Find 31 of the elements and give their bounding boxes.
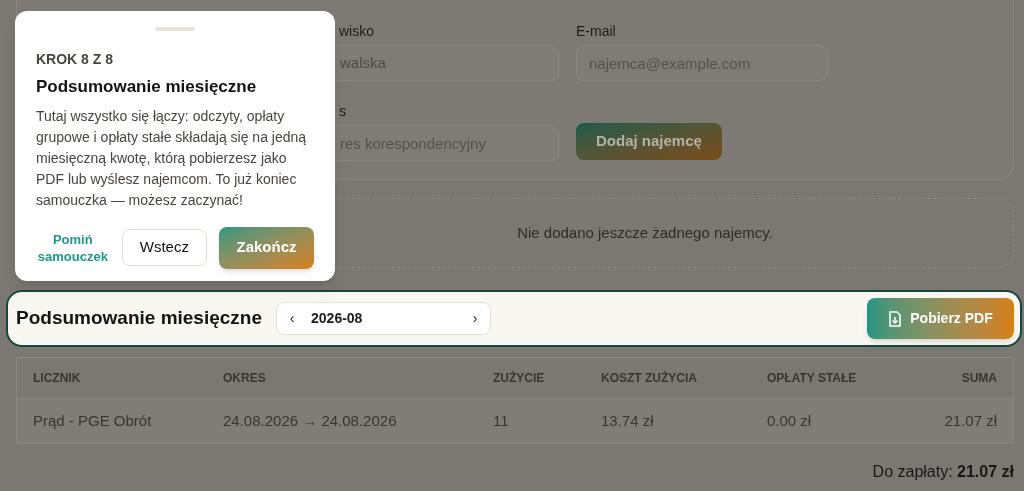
field-label: E-mail: [576, 22, 617, 41]
total-due: Do zapłaty: 21.07 zł: [872, 463, 1014, 480]
finish-button[interactable]: Zakończ: [219, 226, 314, 269]
table-cell-text: 21.07 zł: [943, 410, 997, 431]
summary-title: Podsumowanie miesięczne: [16, 306, 263, 331]
file-download-icon: [888, 310, 903, 327]
field-label: s: [338, 102, 347, 121]
column-header: OKRES: [223, 370, 267, 387]
table-cell-text: 0.00 zł: [767, 410, 813, 431]
tour-description: Tutaj wszystko się łączy: odczyty, opłaty grupowe i opłaty stałe składają się na jedną miesięczną kwotę, którą pobierzesz jako PDF lub wyślesz najemcom. To już koniec samouczka — możesz zaczynać!: [36, 106, 308, 210]
drag-handle: [155, 27, 195, 31]
add-tenant-button[interactable]: Dodaj najemcę: [576, 123, 722, 160]
column-header: SUMA: [960, 370, 997, 387]
table-cell-text: 11: [493, 410, 510, 431]
previous-month-button[interactable]: ‹: [285, 308, 300, 329]
download-pdf-button[interactable]: Pobierz PDF: [867, 298, 1014, 339]
column-header: ZUŻYCIE: [493, 370, 546, 387]
month-value: 2026-08: [311, 309, 363, 328]
table-cell-text: Prąd - PGE Obrót: [33, 410, 153, 431]
back-button[interactable]: Wstecz: [121, 229, 207, 266]
column-header: KOSZT ZUŻYCIA: [601, 370, 698, 387]
column-header: LICZNIK: [33, 370, 82, 387]
field-label: wisko: [338, 22, 375, 41]
table-cell-text: 24.08.2026 → 24.08.2026: [223, 410, 398, 431]
next-month-button[interactable]: ›: [468, 308, 483, 329]
empty-state-text: Nie dodano jeszcze żadnego najemcy.: [517, 222, 773, 243]
column-header: OPŁATY STAŁE: [767, 370, 858, 387]
skip-tour-link[interactable]: Pomiń samouczek: [36, 230, 110, 265]
tour-title: Podsumowanie miesięczne: [36, 76, 258, 98]
table-cell-text: 13.74 zł: [601, 410, 655, 431]
step-counter: KROK 8 Z 8: [36, 50, 114, 69]
